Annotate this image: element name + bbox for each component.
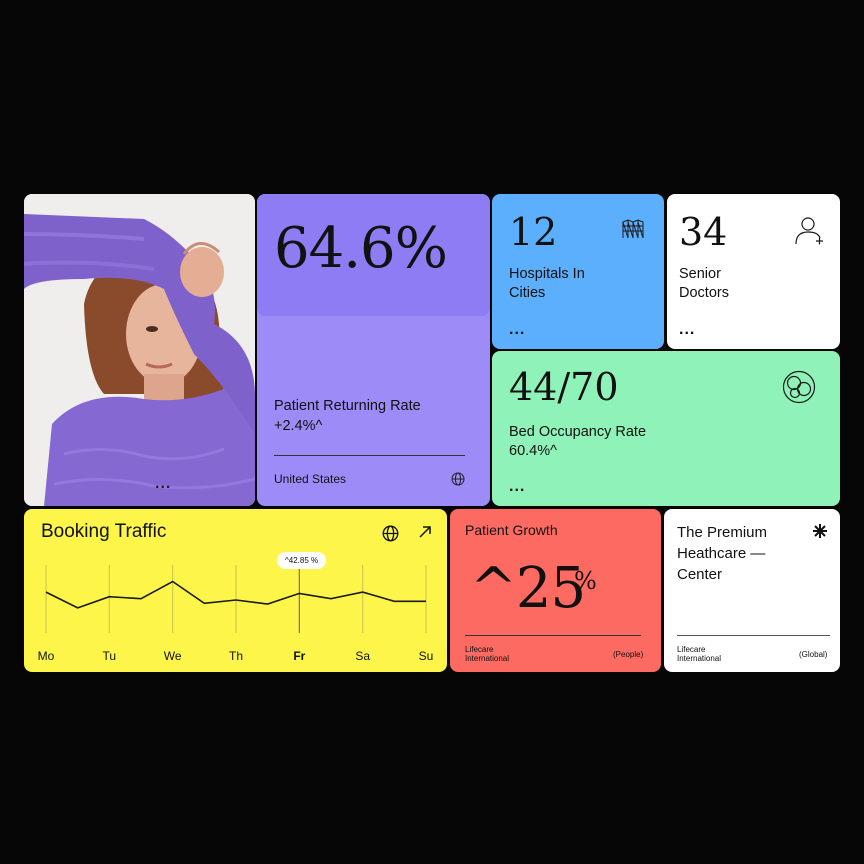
booking-traffic-card: Booking Traffic Mo Tu We Th Fr Sa Su ^42.85 %	[24, 509, 447, 672]
growth-org-label: Lifecare International	[465, 645, 509, 663]
day-label: We	[163, 649, 182, 663]
doctors-card: 34 Senior Doctors ...	[667, 194, 840, 349]
traffic-tooltip-text: ^42.85 %	[277, 552, 327, 569]
bed-occupancy-value: 44/70	[509, 365, 619, 409]
booking-traffic-chart	[45, 565, 427, 633]
bed-menu-button[interactable]: ...	[509, 479, 525, 495]
premium-title-line-2: Heathcare —	[677, 545, 766, 562]
hospitals-label: Hospitals In Cities	[509, 265, 585, 303]
day-label: Tu	[102, 649, 117, 663]
hospitals-label-line-1: Hospitals In	[509, 266, 585, 282]
hospitals-card: 12 Hospitals In Cities ...	[492, 194, 664, 349]
returning-rate-value: 64.6%	[274, 216, 448, 281]
woman-portrait-image	[24, 194, 255, 506]
patient-growth-title: Patient Growth	[465, 522, 558, 538]
hospitals-value: 12	[509, 210, 558, 254]
doctors-label: Senior Doctors	[679, 265, 729, 303]
hospitals-label-line-2: Cities	[509, 285, 546, 301]
day-label: Fr	[293, 649, 306, 663]
doctors-label-line-2: Doctors	[679, 285, 729, 301]
country-label: United States	[274, 472, 347, 486]
returning-rate-change: +2.4%^	[274, 418, 323, 434]
premium-org-line-2: International	[677, 654, 722, 663]
growth-divider	[465, 635, 641, 636]
premium-title: The Premium Heathcare — Center	[677, 522, 767, 585]
patient-growth-value: ^25	[470, 556, 586, 621]
bed-occupancy-label: Bed Occupancy Rate 60.4%^	[509, 423, 646, 461]
premium-title-line-3: Center	[677, 566, 723, 583]
premium-title-line-1: The Premium	[677, 524, 768, 541]
bed-occupancy-title: Bed Occupancy Rate	[509, 424, 647, 440]
building-grid-icon	[622, 219, 644, 244]
premium-divider	[677, 635, 830, 636]
patient-growth-unit: %	[574, 567, 597, 595]
day-label: Su	[418, 649, 434, 663]
premium-scope: (Global)	[799, 650, 828, 659]
doctor-add-icon	[794, 216, 824, 251]
returning-rate-title: Patient Returning Rate	[274, 398, 421, 414]
premium-org-line-1: Lifecare	[677, 645, 706, 654]
growth-org-line-1: Lifecare	[465, 645, 494, 654]
doctors-value: 34	[679, 210, 728, 254]
day-label: Th	[228, 649, 244, 663]
growth-org-line-2: International	[465, 654, 510, 663]
circles-icon	[782, 370, 816, 409]
hospitals-menu-button[interactable]: ...	[509, 322, 525, 338]
day-label: Sa	[355, 649, 370, 663]
returning-rate-label: Patient Returning Rate +2.4%^	[274, 396, 421, 436]
doctors-menu-button[interactable]: ...	[679, 322, 695, 338]
day-label: Mo	[37, 649, 55, 663]
patient-growth-card: Patient Growth ^25 % Lifecare Internatio…	[450, 509, 661, 672]
photo-card[interactable]: ...	[24, 194, 255, 506]
photo-menu-button[interactable]: ...	[155, 476, 171, 492]
asterisk-icon	[812, 523, 828, 544]
globe-icon[interactable]	[451, 472, 465, 491]
bed-occupancy-card: 44/70 Bed Occupancy Rate 60.4%^ ...	[492, 351, 840, 506]
traffic-tooltip: ^42.85 %	[277, 552, 327, 569]
bed-occupancy-change: 60.4%^	[509, 443, 557, 459]
returning-rate-card: 64.6% Patient Returning Rate +2.4%^ Unit…	[257, 194, 490, 506]
doctors-label-line-1: Senior	[679, 266, 721, 282]
returning-divider	[274, 455, 465, 456]
growth-scope: (People)	[613, 650, 644, 659]
premium-org-label: Lifecare International	[677, 645, 721, 663]
premium-center-card: The Premium Heathcare — Center Lifecare …	[664, 509, 840, 672]
